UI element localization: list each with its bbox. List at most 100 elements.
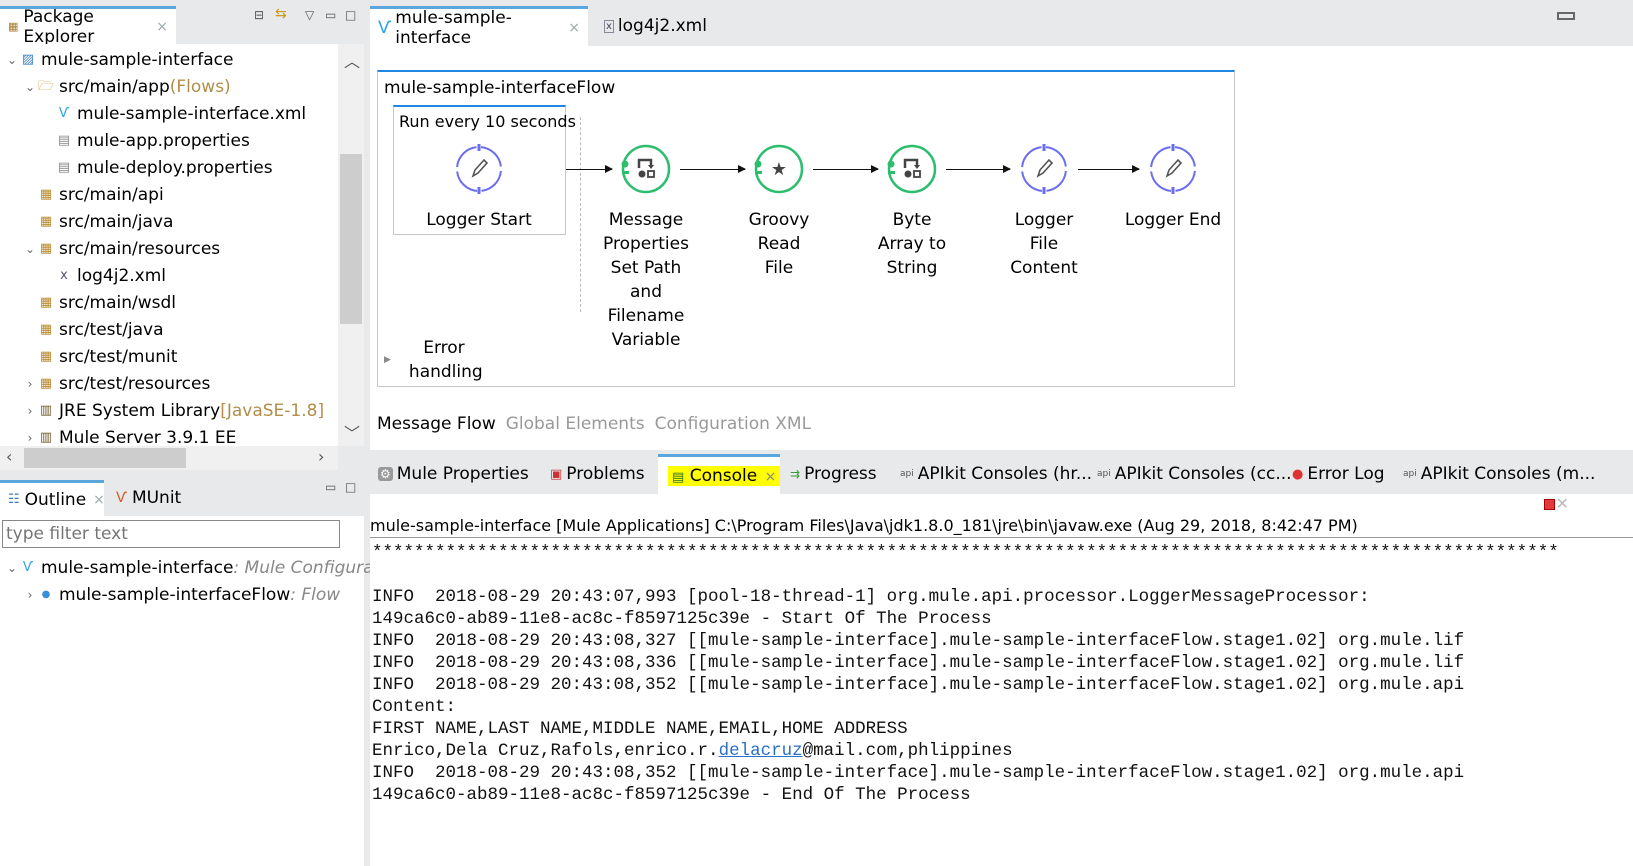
tab-global-elements[interactable]: Global Elements	[506, 414, 645, 434]
scroll-up-icon[interactable]: ︿	[344, 48, 360, 72]
package-folder-icon: ▦	[39, 186, 53, 202]
console-output[interactable]: ****************************************…	[372, 542, 1559, 806]
tab-outline[interactable]: ☷ Outline ×	[0, 480, 105, 516]
gear-icon: ⚙	[378, 467, 393, 481]
tree-item[interactable]: ▦ src/test/munit	[22, 343, 178, 370]
vertical-scrollbar[interactable]: ︿ ﹀	[338, 44, 364, 446]
maximize-icon[interactable]: □	[345, 8, 356, 22]
tab-console[interactable]: ▤ Console ×	[658, 454, 781, 494]
tab-log4j2[interactable]: x log4j2.xml	[596, 6, 715, 46]
flow-node[interactable]: Logger End	[1108, 144, 1238, 232]
logger-icon[interactable]	[1019, 144, 1069, 194]
tree-item[interactable]: › ▦ src/test/resources	[22, 370, 211, 397]
chevron-down-icon[interactable]: ⌄	[4, 53, 20, 67]
tab-label: Mule Properties	[396, 464, 529, 484]
outline-icon: ☷	[8, 492, 20, 507]
tree-item[interactable]: ▦ src/main/api	[22, 181, 164, 208]
scroll-left-icon[interactable]: ‹	[6, 447, 12, 466]
tab-apikit-consoles-cc[interactable]: api APIkit Consoles (cc...	[1097, 454, 1292, 494]
filter-input[interactable]	[2, 520, 340, 548]
progress-icon: ⇉	[790, 467, 801, 481]
flow-container[interactable]: mule-sample-interfaceFlow Run every 10 s…	[377, 70, 1235, 387]
tab-mule-properties[interactable]: ⚙ Mule Properties	[378, 454, 529, 494]
scroll-thumb[interactable]	[340, 154, 362, 324]
chevron-right-icon[interactable]: ›	[22, 377, 38, 391]
outline-item[interactable]: › ● mule-sample-interfaceFlow : Flow	[22, 581, 341, 608]
logger-icon[interactable]	[454, 144, 504, 194]
chevron-right-icon[interactable]: ›	[22, 404, 38, 418]
tree-item[interactable]: ▦ src/test/java	[22, 316, 164, 343]
close-icon[interactable]: ×	[568, 20, 580, 36]
package-explorer-tabbar: ▦ Package Explorer × ⊟ ⇆ ▽ ▭ □	[0, 0, 364, 47]
scroll-down-icon[interactable]: ﹀	[344, 420, 360, 444]
expand-triangle-icon[interactable]: ▶	[384, 355, 391, 365]
tree-item[interactable]: › ▥ Mule Server 3.9.1 EE	[22, 424, 237, 447]
minimize-icon[interactable]: ▭	[325, 8, 336, 22]
tab-label: APIkit Consoles (hr...	[917, 464, 1093, 484]
close-icon[interactable]: ×	[765, 469, 777, 485]
tree-item-label: src/test/munit	[59, 346, 178, 367]
flow-title: mule-sample-interfaceFlow	[384, 78, 616, 98]
groovy-script-icon[interactable]: ★	[754, 144, 804, 194]
library-icon: ▥	[39, 429, 53, 445]
flow-node[interactable]: Byte Array to String	[847, 144, 977, 280]
collapse-all-icon[interactable]: ⊟	[254, 8, 264, 22]
tab-munit[interactable]: Ѵ MUnit	[108, 480, 189, 516]
close-icon[interactable]: ×	[93, 492, 105, 508]
tab-message-flow[interactable]: Message Flow	[377, 414, 496, 434]
tree-item[interactable]: ▦ src/main/wsdl	[22, 289, 176, 316]
tab-apikit-consoles-hr[interactable]: api APIkit Consoles (hr...	[900, 454, 1092, 494]
console-view: ⚙ Mule Properties ▣ Problems ▤ Console ×…	[370, 450, 1633, 866]
chevron-down-icon[interactable]: ⌄	[4, 561, 20, 575]
remove-launch-icon[interactable]: ✕	[1556, 494, 1569, 513]
tree-item-label: src/main/java	[59, 211, 174, 232]
editor-tabbar: Ѵ mule-sample-interface × x log4j2.xml	[370, 0, 1633, 48]
tab-problems[interactable]: ▣ Problems	[550, 454, 645, 494]
tab-mule-sample-interface[interactable]: Ѵ mule-sample-interface ×	[370, 6, 588, 48]
chevron-down-icon[interactable]: ⌄	[22, 242, 38, 256]
tab-label: MUnit	[131, 488, 182, 508]
logger-icon[interactable]	[1148, 144, 1198, 194]
flow-node[interactable]: Logger File Content	[979, 144, 1109, 280]
flow-arrow	[813, 165, 879, 173]
tree-item[interactable]: ⌄ 🗁 src/main/app (Flows)	[22, 73, 231, 100]
flow-node[interactable]: Logger Start	[414, 144, 544, 232]
scroll-right-icon[interactable]: ›	[318, 447, 324, 466]
flow-node[interactable]: ★ Groovy Read File	[714, 144, 844, 280]
outline-item[interactable]: ⌄ Ѵ mule-sample-interface : Mule Configu…	[4, 554, 406, 581]
tab-configuration-xml[interactable]: Configuration XML	[655, 414, 811, 434]
link-with-editor-icon[interactable]: ⇆	[275, 6, 287, 22]
view-menu-icon[interactable]: ▽	[305, 8, 314, 22]
tree-item-label: mule-app.properties	[77, 130, 250, 151]
minimize-icon[interactable]: ▭	[325, 480, 336, 494]
chevron-right-icon[interactable]: ›	[22, 431, 38, 445]
tab-progress[interactable]: ⇉ Progress	[790, 454, 877, 494]
tab-package-explorer[interactable]: ▦ Package Explorer ×	[0, 6, 176, 47]
scroll-thumb[interactable]	[24, 448, 186, 468]
tree-item[interactable]: ⌄ ▨ mule-sample-interface	[4, 46, 233, 73]
console-text: @mail.com,phlippines	[802, 741, 1013, 761]
tree-item[interactable]: ▦ src/main/java	[22, 208, 174, 235]
tree-item[interactable]: ⌄ ▦ src/main/resources	[22, 235, 220, 262]
horizontal-scrollbar[interactable]: ‹ ›	[0, 446, 338, 470]
tab-apikit-consoles-m[interactable]: api APIkit Consoles (m...	[1403, 454, 1595, 494]
maximize-icon[interactable]	[1557, 12, 1575, 20]
tree-item[interactable]: ▤ mule-deploy.properties	[40, 154, 273, 181]
chevron-right-icon[interactable]: ›	[22, 588, 38, 602]
mule-config-icon: Ѵ	[378, 17, 392, 38]
tab-error-log[interactable]: ● Error Log	[1292, 454, 1385, 494]
close-icon[interactable]: ×	[156, 19, 168, 35]
package-folder-icon: ▦	[39, 213, 53, 229]
tree-item[interactable]: ▤ mule-app.properties	[40, 127, 250, 154]
maximize-icon[interactable]: □	[345, 480, 356, 494]
transformer-icon[interactable]	[887, 144, 937, 194]
terminate-button[interactable]	[1544, 499, 1555, 510]
transformer-icon[interactable]	[621, 144, 671, 194]
tree-item[interactable]: Ѵmule-sample-interface.xml	[40, 100, 306, 127]
chevron-down-icon[interactable]: ⌄	[22, 80, 38, 94]
tree-item[interactable]: › ▥ JRE System Library [JavaSE-1.8]	[22, 397, 325, 424]
error-handling-section[interactable]: ▶ Error handling	[384, 336, 483, 384]
tree-item[interactable]: x log4j2.xml	[40, 262, 166, 289]
flow-node[interactable]: Message Properties Set Path and Filename…	[581, 144, 711, 352]
console-link[interactable]: delacruz	[719, 741, 803, 761]
